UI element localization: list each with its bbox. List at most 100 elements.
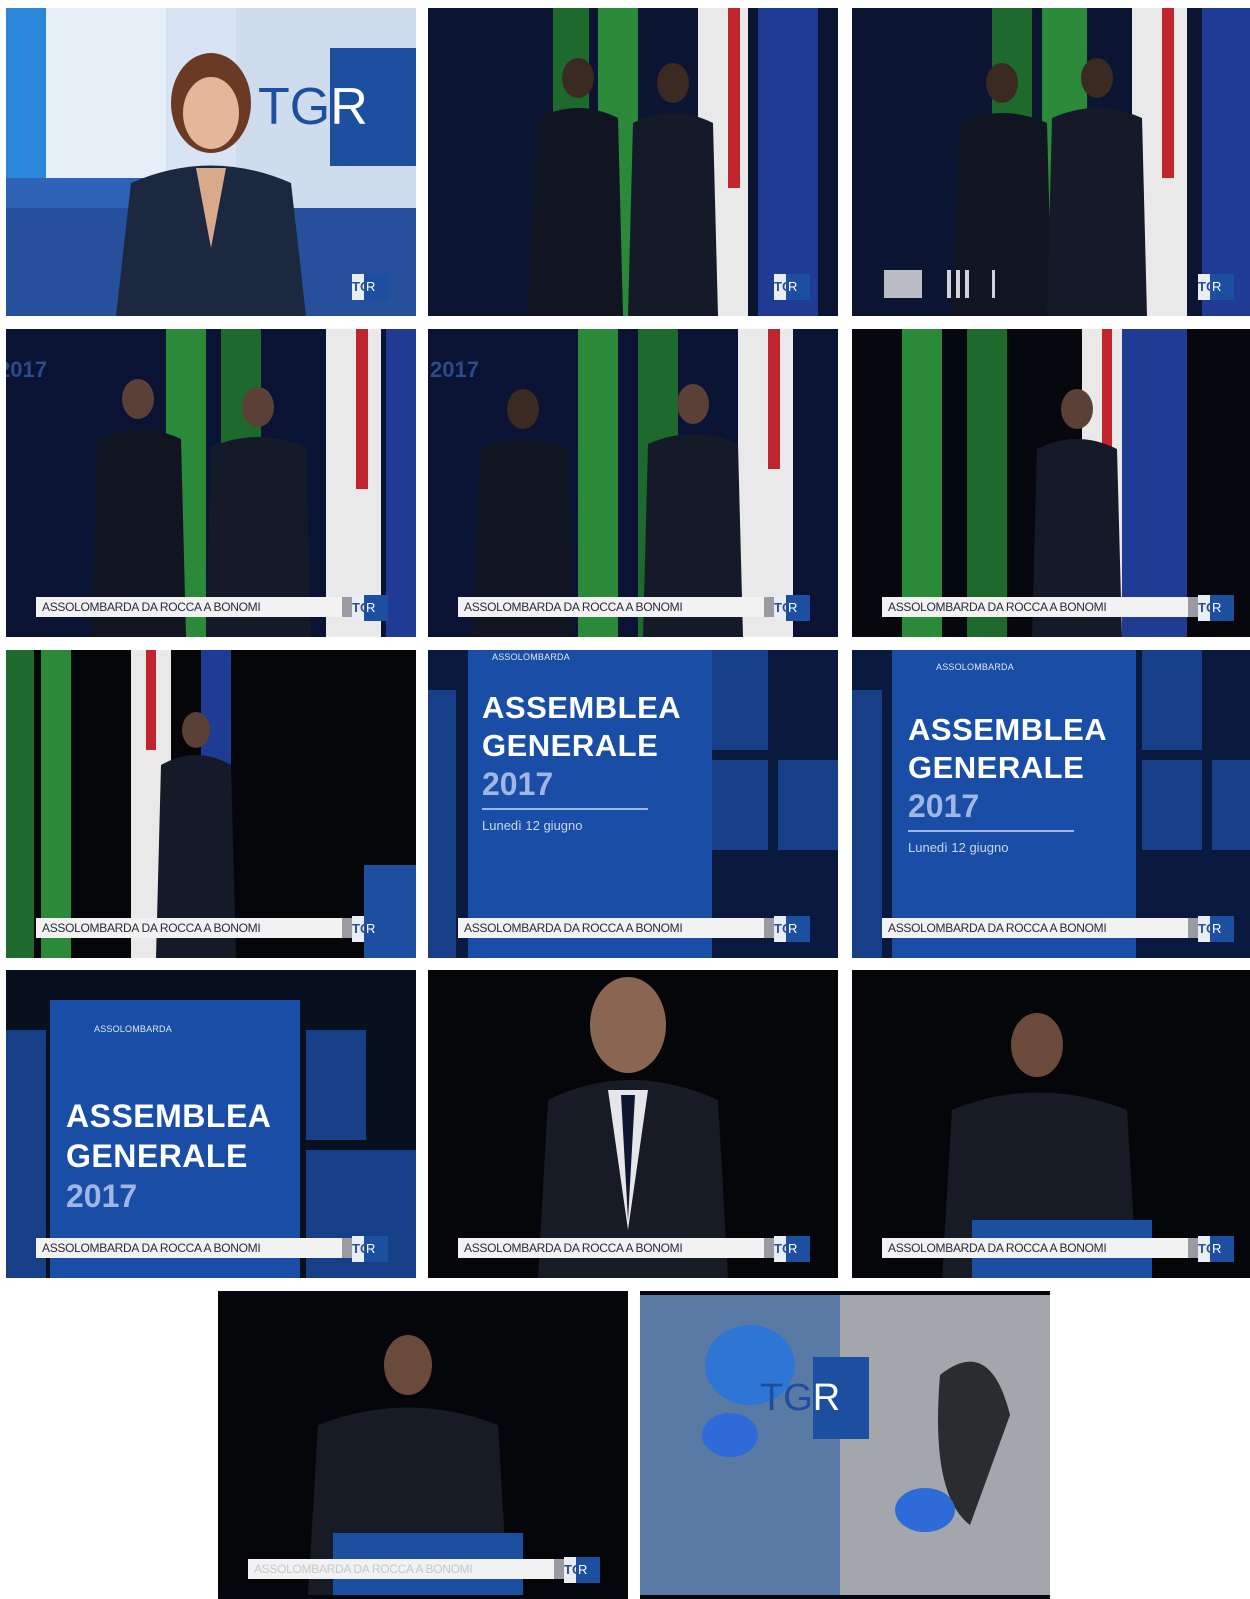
tgr-corner-logo: TG R	[774, 1236, 810, 1262]
video-frame-8-board: ASSOLOMBARDA ASSEMBLEA GENERALE 2017 Lun…	[428, 650, 838, 958]
tgr-corner-logo: TG R	[352, 1236, 388, 1262]
background-year: 2017	[6, 357, 47, 382]
board-line1: ASSEMBLEA	[482, 690, 682, 725]
tgr-corner-logo-left: TG	[1198, 274, 1216, 300]
tgr-corner-logo: TG R	[1198, 274, 1234, 300]
outro-scene	[640, 1295, 1050, 1595]
tgr-corner-logo-left: TG	[774, 916, 792, 942]
tgr-corner-logo-left: TG	[1198, 1236, 1216, 1262]
tgr-corner-logo: TG R	[564, 1557, 600, 1583]
tgr-corner-logo-right: R	[1210, 274, 1234, 300]
tgr-corner-logo-left: TG	[774, 595, 792, 621]
board-line1: ASSEMBLEA	[908, 712, 1108, 747]
video-frame-13-speaker: ASSOLOMBARDA DA ROCCA A BONOMI TG R	[218, 1291, 628, 1599]
background-year: 2017	[430, 357, 479, 382]
board-line2: GENERALE	[908, 750, 1085, 785]
video-frame-10-board: ASSOLOMBARDA ASSEMBLEA GENERALE 2017 ASS…	[6, 970, 416, 1278]
tgr-corner-logo: TG R	[1198, 916, 1234, 942]
news-caption: ASSOLOMBARDA DA ROCCA A BONOMI	[458, 597, 764, 617]
video-frame-6-stage: ASSOLOMBARDA DA ROCCA A BONOMI TG R	[852, 329, 1250, 637]
tgr-corner-logo: TG R	[352, 595, 388, 621]
video-frame-12-speaker: ASSOLOMBARDA DA ROCCA A BONOMI TG R	[852, 970, 1250, 1278]
video-frame-3-handshake: TG R	[852, 8, 1250, 316]
tgr-outro-logo: TG R	[760, 1357, 869, 1439]
tgr-corner-logo-right: R	[364, 274, 388, 300]
tgr-corner-logo-left: TG	[352, 274, 370, 300]
tgr-corner-logo-left: TG	[774, 1236, 792, 1262]
tgr-corner-logo-left: TG	[1198, 916, 1216, 942]
board-org: ASSOLOMBARDA	[936, 662, 1014, 672]
video-frame-2-stage: TG R	[428, 8, 838, 316]
board-rule	[482, 808, 648, 810]
board-org: ASSOLOMBARDA	[94, 1024, 172, 1034]
stage-scene-walk	[428, 329, 838, 637]
news-caption: ASSOLOMBARDA DA ROCCA A BONOMI	[882, 918, 1188, 938]
stage-scene-handshake	[852, 8, 1250, 316]
tgr-corner-logo-left: TG	[774, 274, 792, 300]
tgr-corner-logo: TG R	[774, 916, 810, 942]
board-line1: ASSEMBLEA	[66, 1098, 272, 1134]
video-frame-7-stage: ASSOLOMBARDA DA ROCCA A BONOMI TG R	[6, 650, 416, 958]
video-frame-4-stage: 2017 ASSOLOMBARDA DA ROCCA A BONOMI TG R	[6, 329, 416, 637]
tgr-corner-logo: TG R	[774, 274, 810, 300]
tgr-corner-logo-right: R	[1210, 1236, 1234, 1262]
assemblea-board: ASSOLOMBARDA ASSEMBLEA GENERALE 2017 Lun…	[468, 650, 712, 958]
tgr-outro-logo-box: R	[812, 1357, 869, 1439]
tgr-corner-logo-right: R	[364, 916, 388, 942]
board-date: Lunedì 12 giugno	[482, 818, 583, 833]
stage-scene-speaker-closeup	[428, 970, 838, 1278]
tgr-corner-logo: TG R	[352, 916, 388, 942]
news-caption-blurred: ASSOLOMBARDA DA ROCCA A BONOMI	[248, 1559, 554, 1579]
board-org: ASSOLOMBARDA	[492, 652, 570, 662]
video-frame-14-outro: TG R	[640, 1291, 1050, 1599]
news-caption: ASSOLOMBARDA DA ROCCA A BONOMI	[36, 1238, 342, 1258]
tgr-corner-logo-left: TG	[1198, 595, 1216, 621]
board-rule	[908, 830, 1074, 832]
stage-scene-wide	[6, 650, 416, 958]
tgr-corner-logo-right: R	[364, 595, 388, 621]
video-frame-5-stage: 2017 ASSOLOMBARDA DA ROCCA A BONOMI TG R	[428, 329, 838, 637]
tgr-studio-logo-box: R	[330, 48, 416, 166]
board-year: 2017	[482, 766, 554, 802]
stage-scene-applause	[6, 329, 416, 637]
stage-scene-flags	[428, 8, 838, 316]
tgr-corner-logo-right: R	[576, 1557, 600, 1583]
news-caption: ASSOLOMBARDA DA ROCCA A BONOMI	[458, 918, 764, 938]
news-caption: ASSOLOMBARDA DA ROCCA A BONOMI	[458, 1238, 764, 1258]
news-caption: ASSOLOMBARDA DA ROCCA A BONOMI	[882, 1238, 1188, 1258]
stage-scene-speaker-podium	[852, 970, 1250, 1278]
assemblea-board: ASSOLOMBARDA ASSEMBLEA GENERALE 2017 Lun…	[892, 650, 1136, 958]
tgr-studio-logo: TG R	[258, 48, 416, 166]
news-caption: ASSOLOMBARDA DA ROCCA A BONOMI	[882, 597, 1188, 617]
tgr-studio-logo-letters: TG	[258, 78, 331, 136]
tgr-corner-logo-left: TG	[352, 916, 370, 942]
tgr-corner-logo-right: R	[786, 595, 810, 621]
stage-scene-speaker-wide	[218, 1295, 628, 1595]
news-caption: ASSOLOMBARDA DA ROCCA A BONOMI	[36, 597, 342, 617]
tgr-corner-logo-left: TG	[564, 1557, 582, 1583]
tgr-corner-logo-right: R	[786, 916, 810, 942]
tgr-corner-logo-right: R	[364, 1236, 388, 1262]
video-frame-1-anchor: TG R TG R	[6, 8, 416, 316]
board-year: 2017	[908, 788, 980, 824]
video-frame-9-board: ASSOLOMBARDA ASSEMBLEA GENERALE 2017 Lun…	[852, 650, 1250, 958]
tgr-corner-logo-right: R	[1210, 595, 1234, 621]
tgr-corner-logo-right: R	[1210, 916, 1234, 942]
news-caption: ASSOLOMBARDA DA ROCCA A BONOMI	[36, 918, 342, 938]
assemblea-board: ASSOLOMBARDA ASSEMBLEA GENERALE 2017	[50, 1000, 300, 1278]
board-line2: GENERALE	[482, 728, 659, 763]
tgr-corner-logo-right: R	[786, 1236, 810, 1262]
board-year: 2017	[66, 1178, 138, 1214]
tgr-corner-logo: TG R	[774, 595, 810, 621]
tgr-outro-logo-letters: TG	[760, 1376, 813, 1419]
tgr-corner-logo-left: TG	[352, 1236, 370, 1262]
video-frame-11-speaker: ASSOLOMBARDA DA ROCCA A BONOMI TG R	[428, 970, 838, 1278]
board-line2: GENERALE	[66, 1138, 248, 1174]
tgr-corner-logo-right: R	[786, 274, 810, 300]
tgr-corner-logo: TG R	[1198, 1236, 1234, 1262]
tgr-corner-logo: TG R	[352, 274, 388, 300]
tgr-corner-logo: TG R	[1198, 595, 1234, 621]
board-date: Lunedì 12 giugno	[908, 840, 1009, 855]
tgr-corner-logo-left: TG	[352, 595, 370, 621]
stage-scene-flags-right	[852, 329, 1250, 637]
